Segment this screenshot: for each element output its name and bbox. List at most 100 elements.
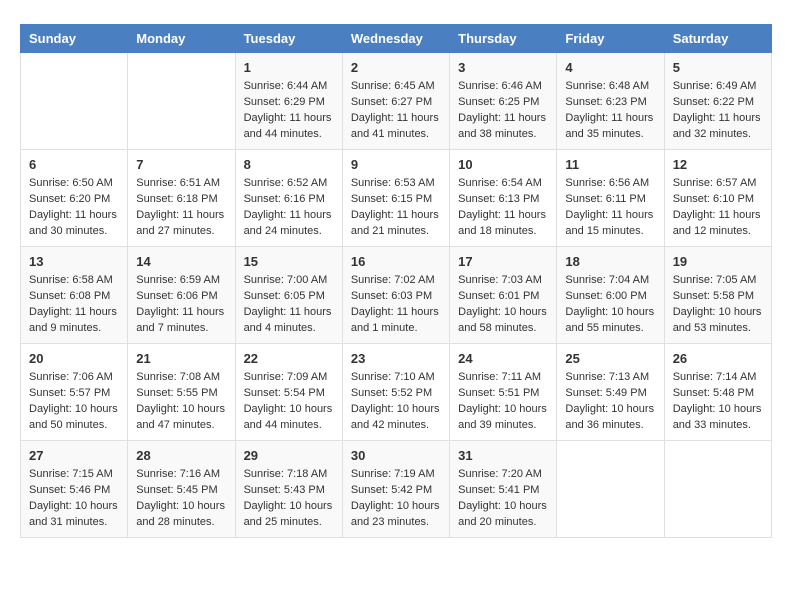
day-cell: 10 Sunrise: 6:54 AM Sunset: 6:13 PM Dayli… (450, 149, 557, 246)
day-content: Sunrise: 7:15 AM Sunset: 5:46 PM Dayligh… (29, 467, 119, 531)
col-header-wednesday: Wednesday (342, 25, 449, 53)
day-cell: 19Sunrise: 7:05 AM Sunset: 5:58 PM Dayli… (664, 246, 771, 343)
day-cell: 3 Sunrise: 6:46 AM Sunset: 6:25 PM Daylig… (450, 53, 557, 150)
day-cell (557, 440, 664, 537)
day-content: Sunrise: 6:58 AM Sunset: 6:08 PM Dayligh… (29, 273, 119, 337)
day-number: 1 (244, 59, 334, 77)
day-cell: 12 Sunrise: 6:57 AM Sunset: 6:10 PM Dayli… (664, 149, 771, 246)
day-cell: 18Sunrise: 7:04 AM Sunset: 6:00 PM Dayli… (557, 246, 664, 343)
day-number: 28 (136, 447, 226, 465)
day-content: Sunrise: 6:59 AM Sunset: 6:06 PM Dayligh… (136, 273, 226, 337)
day-cell: 4 Sunrise: 6:48 AM Sunset: 6:23 PM Daylig… (557, 53, 664, 150)
col-header-sunday: Sunday (21, 25, 128, 53)
day-content: Sunrise: 6:44 AM Sunset: 6:29 PM Dayligh… (244, 79, 334, 143)
week-row-2: 6 Sunrise: 6:50 AM Sunset: 6:20 PM Daylig… (21, 149, 772, 246)
col-header-tuesday: Tuesday (235, 25, 342, 53)
day-content: Sunrise: 7:00 AM Sunset: 6:05 PM Dayligh… (244, 273, 334, 337)
day-number: 23 (351, 350, 441, 368)
day-cell: 1 Sunrise: 6:44 AM Sunset: 6:29 PM Daylig… (235, 53, 342, 150)
day-content: Sunrise: 6:57 AM Sunset: 6:10 PM Dayligh… (673, 176, 763, 240)
day-cell: 31 Sunrise: 7:20 AM Sunset: 5:41 PM Dayli… (450, 440, 557, 537)
day-number: 15 (244, 253, 334, 271)
day-content: Sunrise: 7:18 AM Sunset: 5:43 PM Dayligh… (244, 467, 334, 531)
day-cell: 8 Sunrise: 6:52 AM Sunset: 6:16 PM Daylig… (235, 149, 342, 246)
week-row-5: 27Sunrise: 7:15 AM Sunset: 5:46 PM Dayli… (21, 440, 772, 537)
day-content: Sunrise: 7:11 AM Sunset: 5:51 PM Dayligh… (458, 370, 548, 434)
day-cell: 11 Sunrise: 6:56 AM Sunset: 6:11 PM Dayli… (557, 149, 664, 246)
day-number: 11 (565, 156, 655, 174)
day-cell: 17 Sunrise: 7:03 AM Sunset: 6:01 PM Dayli… (450, 246, 557, 343)
day-number: 19 (673, 253, 763, 271)
day-cell: 20 Sunrise: 7:06 AM Sunset: 5:57 PM Dayli… (21, 343, 128, 440)
day-number: 7 (136, 156, 226, 174)
day-cell (21, 53, 128, 150)
day-content: Sunrise: 7:10 AM Sunset: 5:52 PM Dayligh… (351, 370, 441, 434)
day-cell: 26 Sunrise: 7:14 AM Sunset: 5:48 PM Dayli… (664, 343, 771, 440)
header: General Blue (20, 16, 772, 18)
day-content: Sunrise: 6:52 AM Sunset: 6:16 PM Dayligh… (244, 176, 334, 240)
day-content: Sunrise: 7:09 AM Sunset: 5:54 PM Dayligh… (244, 370, 334, 434)
day-cell: 21Sunrise: 7:08 AM Sunset: 5:55 PM Dayli… (128, 343, 235, 440)
day-number: 17 (458, 253, 548, 271)
day-content: Sunrise: 6:49 AM Sunset: 6:22 PM Dayligh… (673, 79, 763, 143)
day-number: 20 (29, 350, 119, 368)
day-content: Sunrise: 6:51 AM Sunset: 6:18 PM Dayligh… (136, 176, 226, 240)
day-cell: 16 Sunrise: 7:02 AM Sunset: 6:03 PM Dayli… (342, 246, 449, 343)
day-cell: 6 Sunrise: 6:50 AM Sunset: 6:20 PM Daylig… (21, 149, 128, 246)
day-content: Sunrise: 7:13 AM Sunset: 5:49 PM Dayligh… (565, 370, 655, 434)
day-number: 12 (673, 156, 763, 174)
day-number: 16 (351, 253, 441, 271)
col-header-friday: Friday (557, 25, 664, 53)
day-cell: 2Sunrise: 6:45 AM Sunset: 6:27 PM Daylig… (342, 53, 449, 150)
page: General Blue SundayMondayTuesdayWednesda… (0, 0, 792, 558)
day-number: 24 (458, 350, 548, 368)
day-number: 5 (673, 59, 763, 77)
day-content: Sunrise: 6:54 AM Sunset: 6:13 PM Dayligh… (458, 176, 548, 240)
day-cell: 13 Sunrise: 6:58 AM Sunset: 6:08 PM Dayli… (21, 246, 128, 343)
day-number: 31 (458, 447, 548, 465)
col-header-monday: Monday (128, 25, 235, 53)
day-content: Sunrise: 7:03 AM Sunset: 6:01 PM Dayligh… (458, 273, 548, 337)
day-content: Sunrise: 6:46 AM Sunset: 6:25 PM Dayligh… (458, 79, 548, 143)
day-number: 26 (673, 350, 763, 368)
day-number: 14 (136, 253, 226, 271)
day-content: Sunrise: 7:19 AM Sunset: 5:42 PM Dayligh… (351, 467, 441, 531)
day-number: 13 (29, 253, 119, 271)
header-row: SundayMondayTuesdayWednesdayThursdayFrid… (21, 25, 772, 53)
day-number: 2 (351, 59, 441, 77)
day-number: 3 (458, 59, 548, 77)
day-content: Sunrise: 7:20 AM Sunset: 5:41 PM Dayligh… (458, 467, 548, 531)
day-content: Sunrise: 6:48 AM Sunset: 6:23 PM Dayligh… (565, 79, 655, 143)
day-number: 25 (565, 350, 655, 368)
day-cell: 23 Sunrise: 7:10 AM Sunset: 5:52 PM Dayli… (342, 343, 449, 440)
week-row-4: 20 Sunrise: 7:06 AM Sunset: 5:57 PM Dayli… (21, 343, 772, 440)
day-cell: 29 Sunrise: 7:18 AM Sunset: 5:43 PM Dayli… (235, 440, 342, 537)
day-number: 30 (351, 447, 441, 465)
day-content: Sunrise: 7:06 AM Sunset: 5:57 PM Dayligh… (29, 370, 119, 434)
day-number: 21 (136, 350, 226, 368)
day-content: Sunrise: 7:14 AM Sunset: 5:48 PM Dayligh… (673, 370, 763, 434)
col-header-saturday: Saturday (664, 25, 771, 53)
day-number: 22 (244, 350, 334, 368)
calendar-table: SundayMondayTuesdayWednesdayThursdayFrid… (20, 24, 772, 538)
day-content: Sunrise: 6:50 AM Sunset: 6:20 PM Dayligh… (29, 176, 119, 240)
day-number: 6 (29, 156, 119, 174)
week-row-1: 1 Sunrise: 6:44 AM Sunset: 6:29 PM Daylig… (21, 53, 772, 150)
day-number: 8 (244, 156, 334, 174)
day-cell (128, 53, 235, 150)
day-content: Sunrise: 7:16 AM Sunset: 5:45 PM Dayligh… (136, 467, 226, 531)
day-content: Sunrise: 6:53 AM Sunset: 6:15 PM Dayligh… (351, 176, 441, 240)
day-number: 10 (458, 156, 548, 174)
day-cell: 25 Sunrise: 7:13 AM Sunset: 5:49 PM Dayli… (557, 343, 664, 440)
day-content: Sunrise: 6:56 AM Sunset: 6:11 PM Dayligh… (565, 176, 655, 240)
day-number: 4 (565, 59, 655, 77)
day-cell: 9 Sunrise: 6:53 AM Sunset: 6:15 PM Daylig… (342, 149, 449, 246)
day-cell: 24 Sunrise: 7:11 AM Sunset: 5:51 PM Dayli… (450, 343, 557, 440)
day-cell: 22 Sunrise: 7:09 AM Sunset: 5:54 PM Dayli… (235, 343, 342, 440)
day-cell: 14 Sunrise: 6:59 AM Sunset: 6:06 PM Dayli… (128, 246, 235, 343)
day-number: 9 (351, 156, 441, 174)
day-number: 29 (244, 447, 334, 465)
col-header-thursday: Thursday (450, 25, 557, 53)
day-content: Sunrise: 7:02 AM Sunset: 6:03 PM Dayligh… (351, 273, 441, 337)
day-cell: 7 Sunrise: 6:51 AM Sunset: 6:18 PM Daylig… (128, 149, 235, 246)
